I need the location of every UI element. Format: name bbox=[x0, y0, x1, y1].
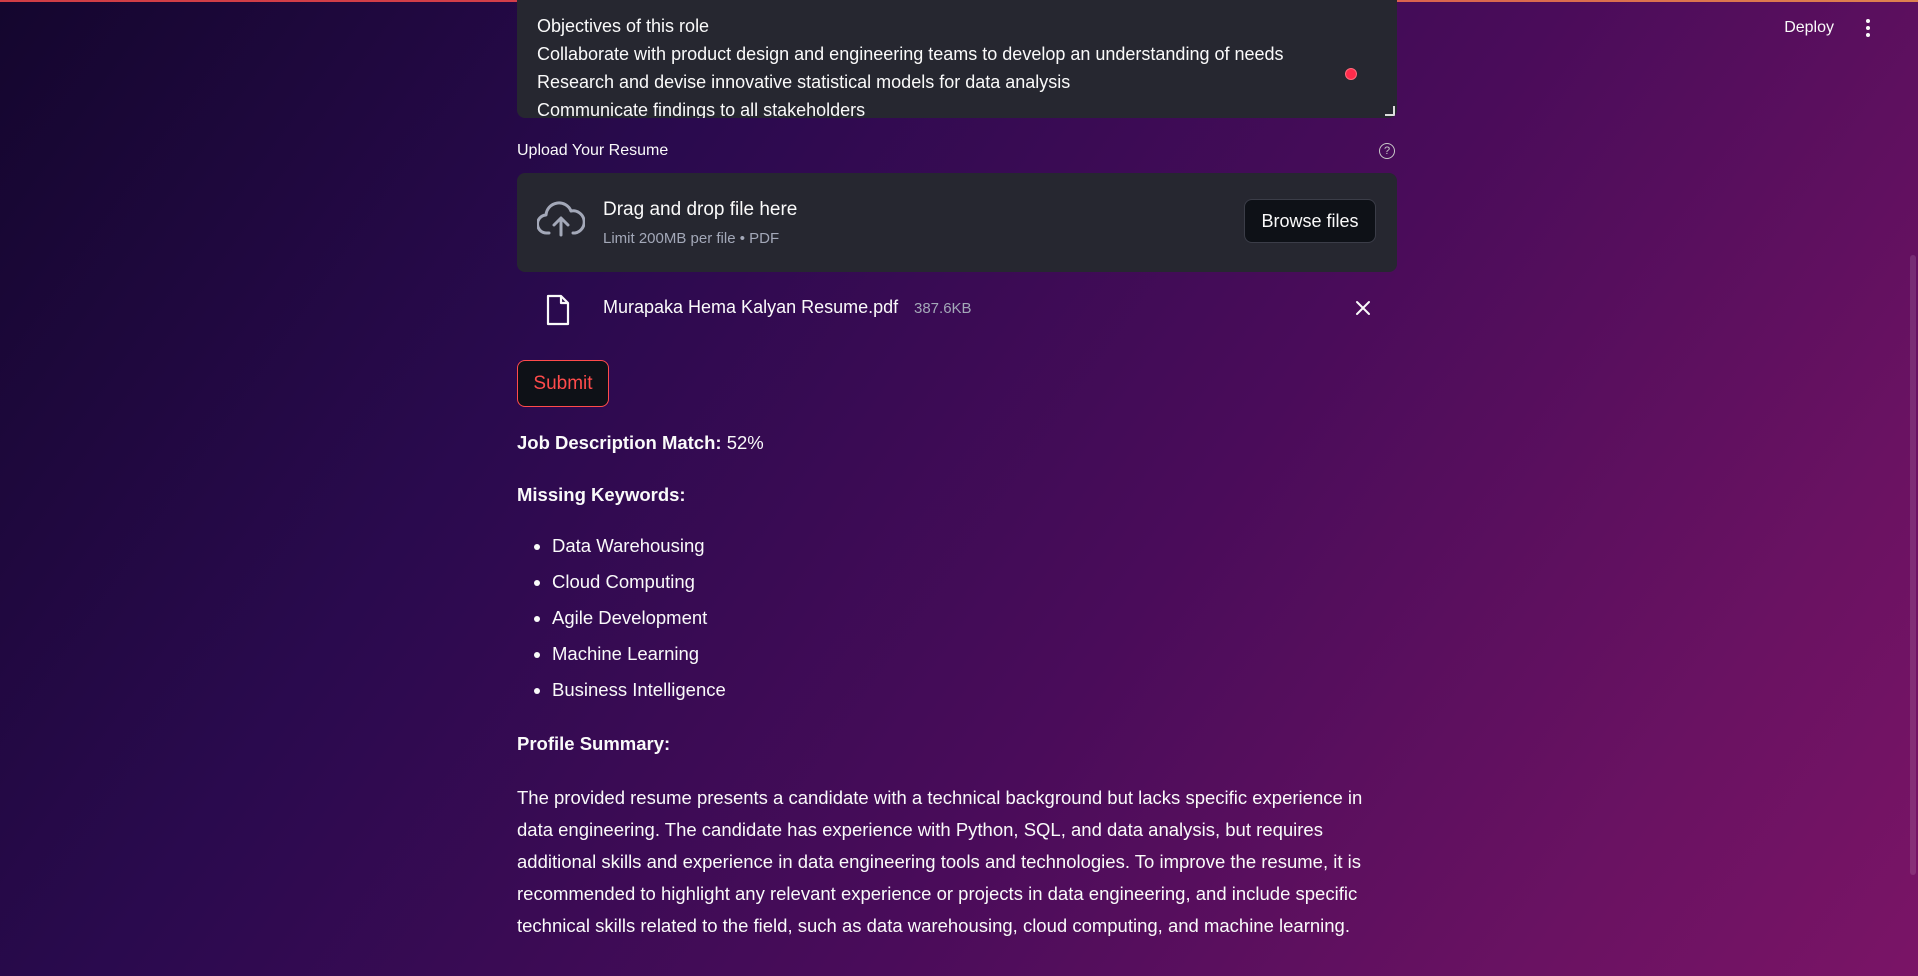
match-value: 52% bbox=[726, 432, 764, 453]
resize-handle-icon[interactable] bbox=[1385, 106, 1395, 116]
job-description-textarea[interactable]: Objectives of this role Collaborate with… bbox=[517, 0, 1397, 118]
list-item: Machine Learning bbox=[552, 642, 726, 678]
textarea-line: Research and devise innovative statistic… bbox=[537, 72, 1071, 92]
textarea-line: Collaborate with product design and engi… bbox=[537, 44, 1284, 64]
match-label: Job Description Match: bbox=[517, 432, 722, 453]
browse-files-button[interactable]: Browse files bbox=[1244, 199, 1376, 243]
missing-keywords-heading: Missing Keywords: bbox=[517, 484, 686, 505]
profile-summary-heading: Profile Summary: bbox=[517, 733, 671, 754]
deploy-button[interactable]: Deploy bbox=[1784, 19, 1834, 37]
textarea-line: Communicate findings to all stakeholders bbox=[537, 100, 866, 118]
dropzone-title: Drag and drop file here bbox=[603, 199, 798, 220]
uploaded-file-row: Murapaka Hema Kalyan Resume.pdf 387.6KB bbox=[517, 290, 1397, 330]
file-name: Murapaka Hema Kalyan Resume.pdf bbox=[603, 297, 899, 317]
list-item: Business Intelligence bbox=[552, 678, 726, 714]
header-toolbar: Deploy bbox=[1784, 14, 1878, 42]
cloud-upload-icon bbox=[537, 201, 585, 237]
upload-label: Upload Your Resume bbox=[517, 142, 669, 159]
submit-button[interactable]: Submit bbox=[517, 360, 609, 407]
profile-summary-text: The provided resume presents a candidate… bbox=[517, 787, 1363, 936]
missing-keywords-list: Data Warehousing Cloud Computing Agile D… bbox=[517, 534, 726, 714]
kebab-menu-icon[interactable] bbox=[1858, 14, 1878, 42]
help-icon[interactable]: ? bbox=[1379, 143, 1395, 159]
file-dropzone[interactable]: Drag and drop file here Limit 200MB per … bbox=[517, 173, 1397, 272]
recording-dot-icon bbox=[1345, 68, 1357, 80]
list-item: Agile Development bbox=[552, 606, 726, 642]
dropzone-subtitle: Limit 200MB per file • PDF bbox=[603, 230, 780, 247]
file-icon bbox=[546, 294, 570, 326]
file-size: 387.6KB bbox=[914, 300, 972, 317]
list-item: Data Warehousing bbox=[552, 534, 726, 570]
page-scrollbar[interactable] bbox=[1910, 255, 1916, 875]
list-item: Cloud Computing bbox=[552, 570, 726, 606]
match-line: Job Description Match: 52% bbox=[517, 432, 764, 454]
textarea-line: Objectives of this role bbox=[537, 16, 710, 36]
remove-file-icon[interactable] bbox=[1355, 300, 1371, 316]
